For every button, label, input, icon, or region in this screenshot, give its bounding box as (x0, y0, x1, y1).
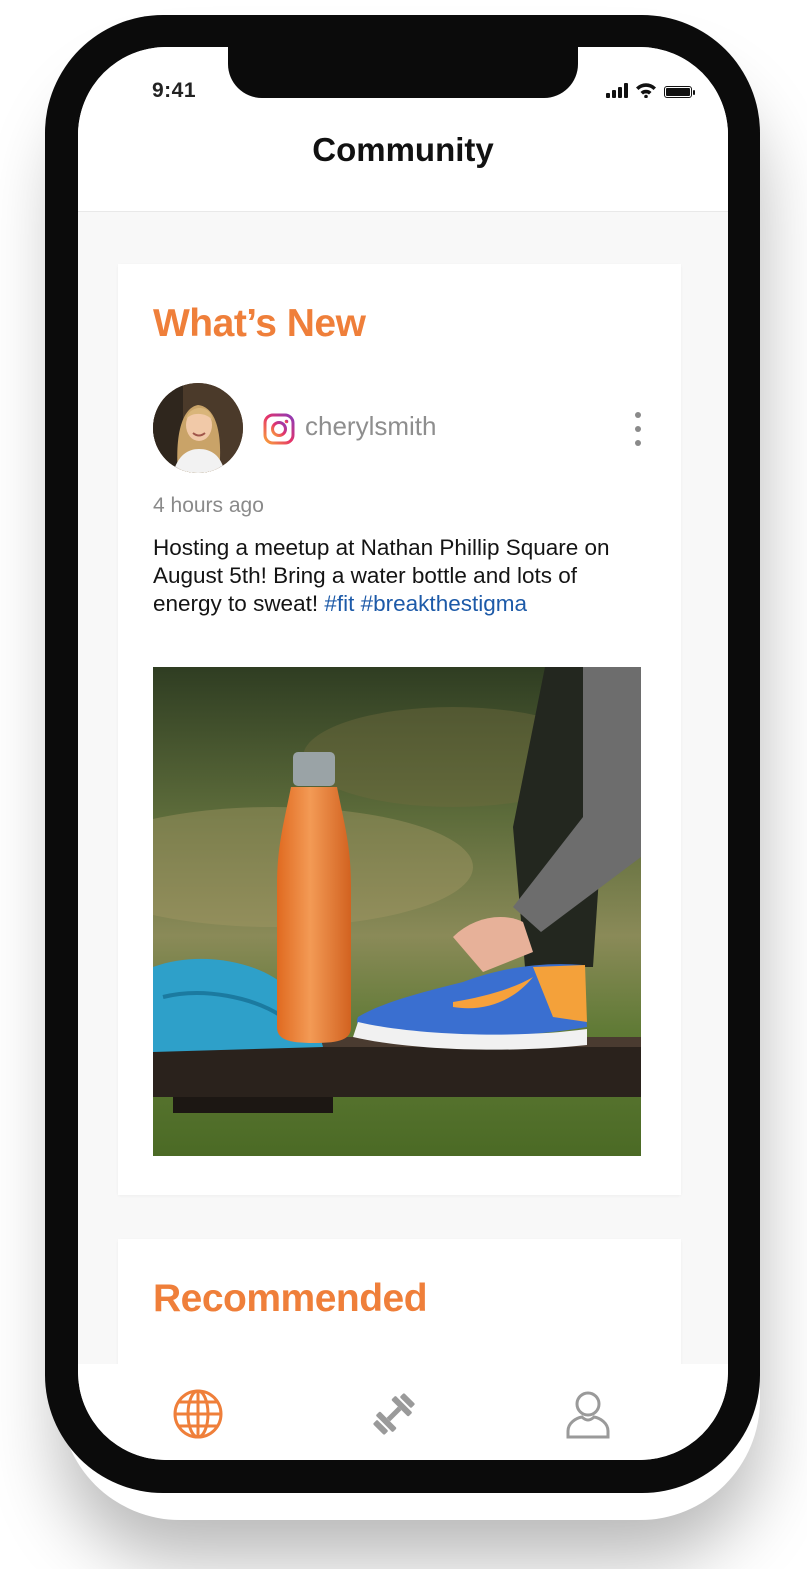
post-username[interactable]: cherylsmith (305, 411, 436, 442)
battery-icon (664, 86, 695, 98)
app-screen: 9:41 Community What’s New cherylsmith 4 … (78, 47, 728, 1460)
status-time: 9:41 (152, 79, 197, 102)
globe-icon (173, 1389, 223, 1439)
wifi-icon (636, 83, 656, 98)
whats-new-card: What’s New cherylsmith 4 hours ago Hosti… (118, 264, 681, 1195)
phone-notch (228, 40, 578, 98)
water-bottle-shoe-photo (153, 667, 641, 1156)
tab-community[interactable] (170, 1386, 226, 1442)
hashtag-link[interactable]: #breakthestigma (361, 591, 527, 616)
avatar-photo (153, 383, 243, 473)
page-title: Community (312, 131, 494, 168)
instagram-icon (263, 413, 295, 445)
post-body: Hosting a meetup at Nathan Phillip Squar… (153, 534, 648, 618)
more-options-icon[interactable] (631, 412, 645, 446)
cellular-signal-icon (606, 82, 628, 98)
post-photo[interactable] (153, 667, 641, 1156)
tab-workouts[interactable] (366, 1386, 422, 1442)
dumbbell-icon (373, 1393, 415, 1435)
hashtag-link[interactable]: #fit (324, 591, 354, 616)
tab-bar (78, 1364, 728, 1460)
status-icons (606, 82, 695, 98)
user-avatar[interactable] (153, 383, 243, 473)
tab-profile[interactable] (560, 1386, 616, 1442)
whats-new-title: What’s New (153, 302, 366, 345)
recommended-title: Recommended (153, 1277, 428, 1320)
post-timestamp: 4 hours ago (153, 494, 264, 517)
person-icon (566, 1391, 610, 1439)
